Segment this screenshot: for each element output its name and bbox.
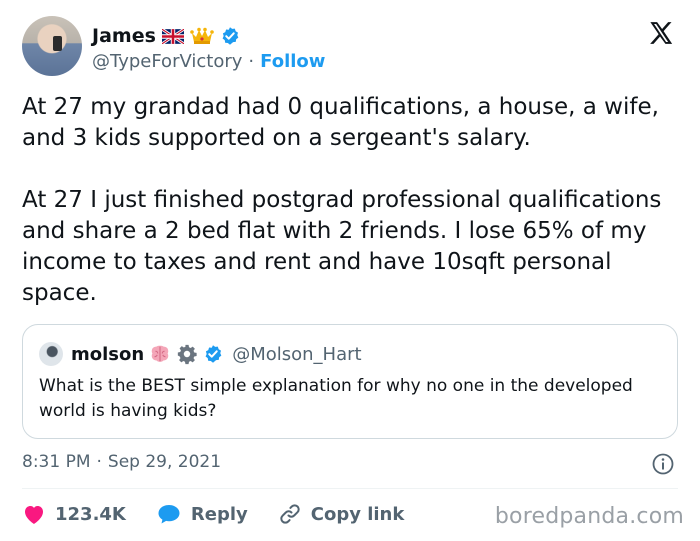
x-logo-icon[interactable] [648,20,674,46]
tweet-paragraph: At 27 I just finished postgrad professio… [22,187,662,306]
reply-button[interactable]: Reply [156,502,248,526]
verified-badge-icon [205,345,222,363]
tweet-time[interactable]: 8:31 PM [22,452,91,472]
copy-link-button[interactable]: Copy link [278,502,405,526]
author-handle[interactable]: @TypeForVictory [92,51,242,72]
author-name-row: James [92,23,240,49]
quoted-tweet[interactable]: molson @Molson_Hart What is the BEST sim… [22,324,678,439]
info-icon[interactable] [651,452,675,476]
tweet-date[interactable]: Sep 29, 2021 [108,452,221,472]
heart-icon [25,506,43,524]
author-avatar[interactable] [22,16,82,76]
verified-badge-icon[interactable] [220,26,240,46]
reply-icon [158,505,180,524]
gear-icon [178,344,197,365]
quoted-tweet-text: What is the BEST simple explanation for … [39,376,633,421]
author-handle-row: @TypeForVictory · Follow [92,49,325,73]
quoted-author-handle: @Molson_Hart [232,343,362,365]
tweet-actions: 123.4K Reply Copy link [22,500,434,528]
divider [22,488,678,489]
uk-flag-icon [161,28,184,44]
tweet-paragraph: At 27 my grandad had 0 qualifications, a… [22,94,659,151]
quoted-tweet-header: molson @Molson_Hart [39,342,362,366]
reply-label: Reply [190,503,248,525]
tweet-body: At 27 my grandad had 0 qualifications, a… [22,92,682,309]
follow-button[interactable]: Follow [260,51,325,72]
separator-dot: · [248,50,255,72]
watermark: boredpanda.com [494,504,684,529]
crown-icon [190,27,214,44]
link-icon [280,504,300,524]
copy-link-label: Copy link [310,503,405,525]
like-button[interactable]: 123.4K [22,503,126,525]
like-count: 123.4K [55,503,126,525]
quoted-author-name: molson [71,343,145,365]
separator-dot: · [96,452,102,472]
tweet-timestamp[interactable]: 8:31 PM · Sep 29, 2021 [22,452,221,472]
quoted-author-avatar [39,342,63,366]
tweet-header: James @TypeForVictory · Follow [22,14,678,78]
author-name[interactable]: James [92,25,156,47]
brain-icon [151,345,169,362]
